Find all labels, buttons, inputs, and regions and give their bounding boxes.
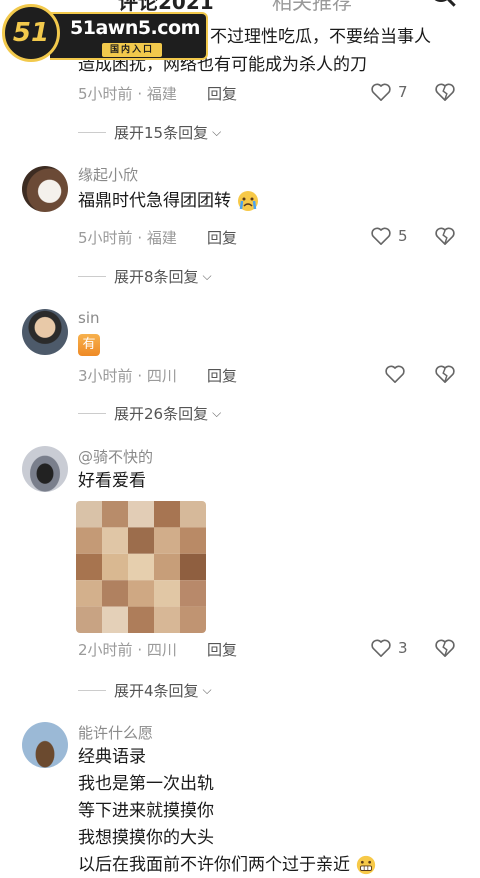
divider-line — [78, 276, 106, 277]
dislike-button[interactable] — [434, 364, 456, 388]
comment-text-content: 福鼎时代急得团团转 — [78, 191, 231, 211]
reply-button[interactable]: 回复 — [207, 227, 237, 248]
grimace-emoji-icon — [357, 855, 376, 875]
watermark-logo: 51awn5.com 国内入口 51 — [2, 2, 208, 66]
heart-outline-icon — [385, 365, 405, 383]
like-button[interactable]: 3 — [370, 638, 408, 658]
comment-text-line: 经典语录 — [78, 747, 146, 767]
comment-time: 2小时前 — [78, 641, 133, 659]
comment-time: 3小时前 — [78, 367, 133, 385]
heart-outline-icon — [371, 639, 391, 657]
expand-label: 展开26条回复 — [114, 405, 209, 423]
expand-label: 展开8条回复 — [114, 268, 199, 286]
comment-text-content: 以后在我面前不许你们两个过于亲近 — [78, 855, 350, 875]
broken-heart-icon — [435, 83, 455, 101]
search-icon[interactable] — [430, 0, 452, 2]
heart-outline-icon — [371, 227, 391, 245]
expand-replies-button[interactable]: 展开26条回复 ⌵ — [78, 403, 221, 424]
expand-replies-button[interactable]: 展开4条回复 ⌵ — [78, 680, 212, 701]
crying-emoji-icon — [238, 191, 259, 211]
comment-text: 好看爱看 — [78, 471, 146, 491]
comment-meta: 5小时前 · 福建 — [78, 85, 177, 103]
like-count: 7 — [398, 83, 408, 101]
divider-line — [78, 413, 106, 414]
chevron-down-icon: ⌵ — [202, 683, 212, 697]
pixelated-photo — [76, 501, 206, 633]
comment-text-last-line: 以后在我面前不许你们两个过于亲近 — [78, 852, 377, 878]
comment-location: 福建 — [146, 229, 177, 247]
comment-image[interactable] — [76, 501, 206, 633]
expand-replies-button[interactable]: 展开15条回复 ⌵ — [78, 122, 221, 143]
avatar[interactable] — [22, 166, 68, 212]
logo-tagline: 国内入口 — [102, 43, 163, 57]
divider-line — [78, 690, 106, 691]
broken-heart-icon — [435, 639, 455, 657]
comment-username[interactable]: @骑不快的 — [78, 446, 153, 467]
like-button[interactable] — [384, 364, 406, 384]
dislike-button[interactable] — [434, 82, 456, 106]
expand-label: 展开15条回复 — [114, 124, 209, 142]
like-count: 3 — [398, 639, 408, 657]
comment-text-badge: 有 — [78, 334, 100, 356]
comment-meta: 5小时前 · 福建 — [78, 229, 177, 247]
dislike-button[interactable] — [434, 226, 456, 250]
comment-time: 5小时前 — [78, 85, 133, 103]
comment-location: 四川 — [146, 641, 177, 659]
comment-text: 福鼎时代急得团团转 — [78, 188, 260, 215]
comment-time: 5小时前 — [78, 229, 133, 247]
logo-domain: 51awn5.com — [70, 17, 200, 39]
comment-text-line: 我想摸摸你的大头 — [78, 828, 214, 848]
like-button[interactable]: 5 — [370, 226, 408, 246]
dislike-button[interactable] — [434, 638, 456, 662]
comment-meta: 2小时前 · 四川 — [78, 641, 177, 659]
avatar[interactable] — [22, 309, 68, 355]
comment-username[interactable]: 缘起小欣 — [78, 164, 138, 185]
reply-button[interactable]: 回复 — [207, 365, 237, 386]
like-count: 5 — [398, 227, 408, 245]
tab-related[interactable]: 相关推荐 — [272, 0, 352, 15]
comment-meta: 3小时前 · 四川 — [78, 367, 177, 385]
comment-location: 福建 — [146, 85, 177, 103]
avatar[interactable] — [22, 446, 68, 492]
reply-button[interactable]: 回复 — [207, 639, 237, 660]
logo-panel: 51awn5.com 国内入口 — [50, 12, 208, 60]
chevron-down-icon: ⌵ — [212, 406, 222, 420]
reply-button[interactable]: 回复 — [207, 83, 237, 104]
avatar[interactable] — [22, 722, 68, 768]
like-button[interactable]: 7 — [370, 82, 408, 102]
heart-outline-icon — [371, 83, 391, 101]
comment-text-line: 不过理性吃瓜，不要给当事人 — [210, 27, 431, 47]
comment-location: 四川 — [146, 367, 177, 385]
logo-badge: 51 — [2, 4, 60, 62]
chevron-down-icon: ⌵ — [202, 269, 212, 283]
chevron-down-icon: ⌵ — [212, 125, 222, 139]
comment-text-line: 我也是第一次出轨 — [78, 774, 214, 794]
comment-text-line: 等下进来就摸摸你 — [78, 801, 214, 821]
expand-label: 展开4条回复 — [114, 682, 199, 700]
expand-replies-button[interactable]: 展开8条回复 ⌵ — [78, 266, 212, 287]
broken-heart-icon — [435, 365, 455, 383]
broken-heart-icon — [435, 227, 455, 245]
comment-username[interactable]: 能许什么愿 — [78, 722, 153, 743]
divider-line — [78, 132, 106, 133]
comment-username[interactable]: sin — [78, 309, 100, 327]
